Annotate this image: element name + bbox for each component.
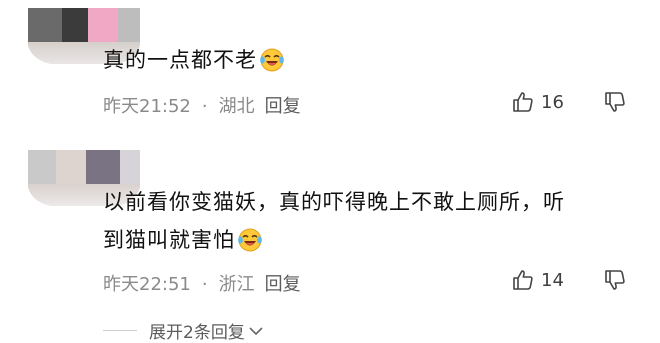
comment-body: 真的一点都不老 — [103, 48, 257, 72]
meta-separator: · — [201, 96, 208, 117]
dislike-button[interactable] — [603, 268, 627, 296]
thumbs-down-icon — [605, 92, 625, 112]
comment-section: 真的一点都不老 昨天21:52·湖北回复 16 以前看你变猫妖，真的吓得晚 — [0, 0, 660, 343]
thumbs-down-icon — [605, 270, 625, 290]
comment-meta: 昨天21:52 · 湖北 回复 — [103, 92, 301, 118]
comment-meta: 昨天22:51 · 浙江 回复 — [103, 270, 301, 296]
comment-text: 真的一点都不老 — [103, 41, 285, 79]
comment-time: 昨天22:51 — [103, 274, 191, 295]
comment-body-line-2: 到猫叫就害怕 — [103, 221, 565, 259]
thumbs-up-icon — [513, 270, 533, 290]
comment-body-line-1: 以前看你变猫妖，真的吓得晚上不敢上厕所，听 — [103, 190, 565, 214]
like-button[interactable]: 14 — [511, 268, 564, 292]
like-button[interactable]: 16 — [511, 90, 564, 114]
chevron-down-icon — [249, 326, 263, 335]
dislike-button[interactable] — [603, 90, 627, 118]
reply-button[interactable]: 回复 — [265, 96, 301, 117]
comment-location: 浙江 — [218, 274, 255, 295]
crying-laughing-emoji-icon — [238, 228, 262, 252]
expand-divider — [103, 330, 137, 331]
expand-label: 展开2条回复 — [149, 323, 245, 343]
comment-body-line-2-text: 到猫叫就害怕 — [103, 228, 235, 252]
comment-time: 昨天21:52 — [103, 96, 191, 117]
reply-button[interactable]: 回复 — [265, 274, 301, 295]
thumbs-up-icon — [513, 92, 533, 112]
meta-separator: · — [201, 274, 208, 295]
comment-location: 湖北 — [218, 96, 255, 117]
comment-text: 以前看你变猫妖，真的吓得晚上不敢上厕所，听 到猫叫就害怕 — [103, 183, 565, 259]
like-count: 14 — [541, 269, 564, 291]
crying-laughing-emoji-icon — [260, 48, 284, 72]
like-count: 16 — [541, 91, 564, 113]
expand-replies-button[interactable]: 展开2条回复 — [103, 318, 264, 343]
